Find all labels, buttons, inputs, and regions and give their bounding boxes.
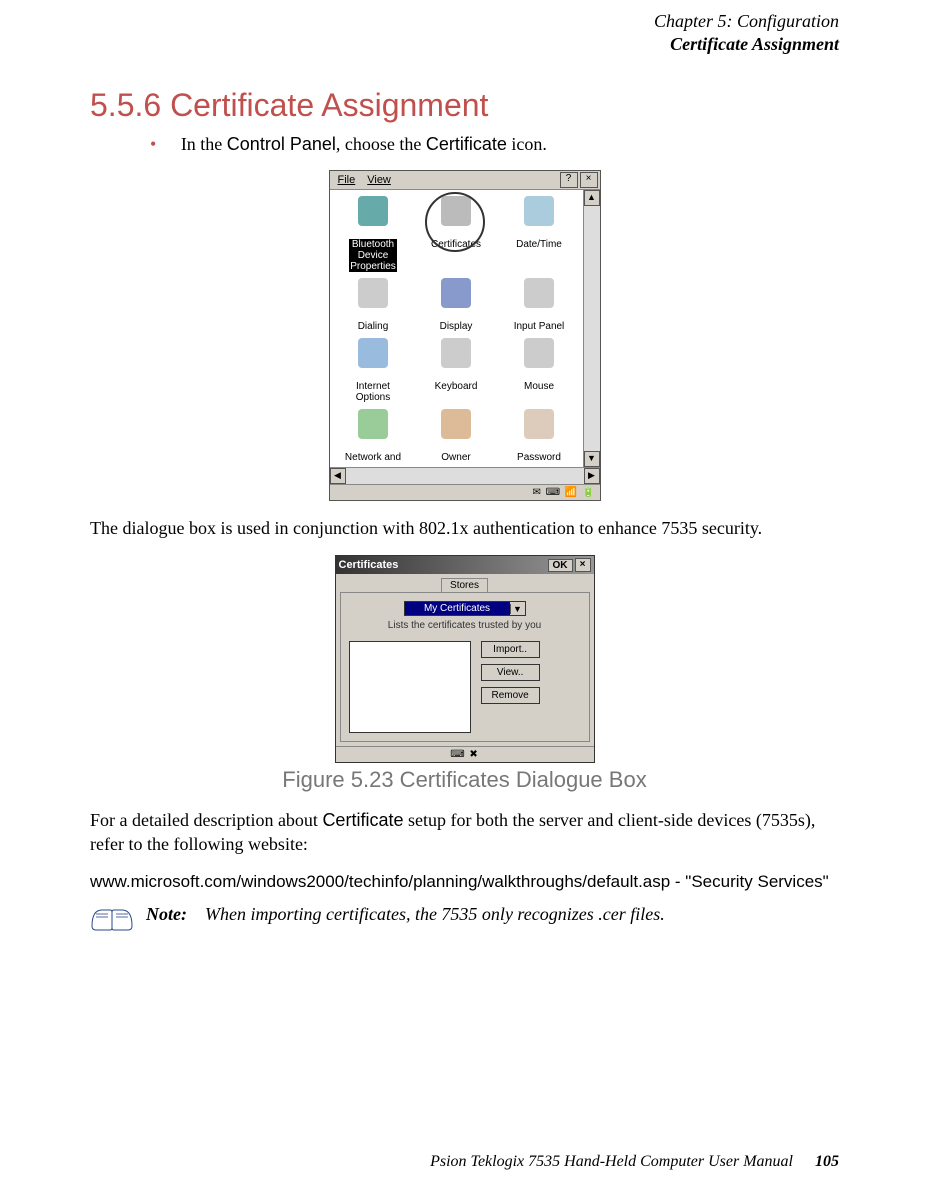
chevron-down-icon: ▼ bbox=[510, 604, 525, 614]
horizontal-scrollbar[interactable]: ◀ ▶ bbox=[330, 467, 600, 484]
system-tray: ✉ ⌨ 📶 🔋 bbox=[330, 484, 600, 500]
network-icon bbox=[358, 409, 388, 439]
mouse-icon-cell[interactable]: Mouse bbox=[498, 338, 581, 407]
display-icon-cell[interactable]: Display bbox=[415, 278, 498, 336]
bluetooth-icon-label: Bluetooth Device Properties bbox=[349, 239, 397, 272]
owner-icon-label: Owner bbox=[441, 452, 470, 463]
input-panel-icon bbox=[524, 278, 554, 308]
page-footer: Psion Teklogix 7535 Hand-Held Computer U… bbox=[430, 1153, 839, 1171]
view-button[interactable]: View.. bbox=[481, 664, 540, 681]
password-icon-cell[interactable]: Password bbox=[498, 409, 581, 467]
note-label: Note: bbox=[146, 904, 187, 925]
internet-options-icon bbox=[358, 338, 388, 368]
scroll-up-arrow[interactable]: ▲ bbox=[584, 190, 600, 206]
certificates-dialog-figure: Certificates OK × Stores My Certificates… bbox=[90, 555, 839, 793]
control-panel-figure: File View ? × Bluetooth Device Propertie… bbox=[90, 170, 839, 501]
import-button[interactable]: Import.. bbox=[481, 641, 540, 658]
dialog-close-button[interactable]: × bbox=[575, 558, 591, 572]
control-panel-window: File View ? × Bluetooth Device Propertie… bbox=[329, 170, 601, 501]
mouse-icon-label: Mouse bbox=[524, 381, 554, 392]
paragraph-1: The dialogue box is used in conjunction … bbox=[90, 516, 839, 540]
scroll-left-arrow[interactable]: ◀ bbox=[330, 468, 346, 484]
certificates-dialog: Certificates OK × Stores My Certificates… bbox=[335, 555, 595, 763]
store-dropdown-value: My Certificates bbox=[405, 602, 510, 615]
dialog-tray: ⌨ ✖ bbox=[336, 746, 594, 762]
dialing-icon-label: Dialing bbox=[358, 321, 389, 332]
note-block: Note: When importing certificates, the 7… bbox=[90, 904, 839, 932]
certificates-icon-cell[interactable]: Certificates bbox=[415, 196, 498, 276]
owner-icon-cell[interactable]: Owner bbox=[415, 409, 498, 467]
certificates-icon bbox=[441, 196, 471, 226]
figure-caption: Figure 5.23 Certificates Dialogue Box bbox=[90, 767, 839, 793]
network-icon-cell[interactable]: Network and bbox=[332, 409, 415, 467]
display-icon-label: Display bbox=[440, 321, 473, 332]
network-icon-label: Network and bbox=[345, 452, 401, 463]
remove-button[interactable]: Remove bbox=[481, 687, 540, 704]
input-panel-icon-label: Input Panel bbox=[514, 321, 565, 332]
keyboard-icon bbox=[441, 338, 471, 368]
close-button[interactable]: × bbox=[580, 172, 598, 188]
datetime-icon bbox=[524, 196, 554, 226]
owner-icon bbox=[441, 409, 471, 439]
password-icon bbox=[524, 409, 554, 439]
stores-panel: My Certificates ▼ Lists the certificates… bbox=[340, 592, 590, 742]
certificate-list[interactable] bbox=[349, 641, 471, 733]
store-help-text: Lists the certificates trusted by you bbox=[349, 620, 581, 631]
scroll-down-arrow[interactable]: ▼ bbox=[584, 451, 600, 467]
note-text: When importing certificates, the 7535 on… bbox=[205, 904, 665, 925]
display-icon bbox=[441, 278, 471, 308]
stores-tab[interactable]: Stores bbox=[441, 578, 488, 592]
footer-text: Psion Teklogix 7535 Hand-Held Computer U… bbox=[430, 1153, 793, 1170]
datetime-icon-label: Date/Time bbox=[516, 239, 562, 250]
scroll-right-arrow[interactable]: ▶ bbox=[584, 468, 600, 484]
page-header: Chapter 5: Configuration Certificate Ass… bbox=[90, 10, 839, 57]
menu-view[interactable]: View bbox=[361, 173, 397, 187]
bullet-dot: • bbox=[150, 134, 156, 154]
help-button[interactable]: ? bbox=[560, 172, 578, 188]
dialing-icon-cell[interactable]: Dialing bbox=[332, 278, 415, 336]
mouse-icon bbox=[524, 338, 554, 368]
paragraph-2: For a detailed description about Certifi… bbox=[90, 808, 839, 857]
bluetooth-icon bbox=[358, 196, 388, 226]
control-panel-grid: Bluetooth Device Properties Certificates D… bbox=[330, 190, 583, 467]
section-heading: 5.5.6 Certificate Assignment bbox=[90, 87, 839, 124]
instruction-bullet: • In the Control Panel, choose the Certi… bbox=[150, 134, 839, 155]
menu-file[interactable]: File bbox=[332, 173, 362, 187]
dialog-title: Certificates bbox=[339, 559, 399, 571]
certificates-icon-label: Certificates bbox=[431, 239, 481, 250]
menubar: File View ? × bbox=[330, 171, 600, 190]
keyboard-icon-cell[interactable]: Keyboard bbox=[415, 338, 498, 407]
header-chapter: Chapter 5: Configuration bbox=[90, 10, 839, 33]
input-panel-icon-cell[interactable]: Input Panel bbox=[498, 278, 581, 336]
internet-options-icon-label: Internet Options bbox=[356, 381, 390, 403]
ok-button[interactable]: OK bbox=[548, 559, 573, 572]
password-icon-label: Password bbox=[517, 452, 561, 463]
keyboard-icon-label: Keyboard bbox=[435, 381, 478, 392]
datetime-icon-cell[interactable]: Date/Time bbox=[498, 196, 581, 276]
dialing-icon bbox=[358, 278, 388, 308]
vertical-scrollbar[interactable]: ▲ ▼ bbox=[583, 190, 600, 467]
internet-options-icon-cell[interactable]: Internet Options bbox=[332, 338, 415, 407]
dialog-titlebar: Certificates OK × bbox=[336, 556, 594, 574]
page-number: 105 bbox=[815, 1153, 839, 1170]
reference-url: www.microsoft.com/windows2000/techinfo/p… bbox=[90, 872, 839, 892]
store-dropdown[interactable]: My Certificates ▼ bbox=[404, 601, 526, 616]
book-icon bbox=[90, 904, 134, 932]
bluetooth-icon-cell[interactable]: Bluetooth Device Properties bbox=[332, 196, 415, 276]
header-section: Certificate Assignment bbox=[90, 33, 839, 56]
